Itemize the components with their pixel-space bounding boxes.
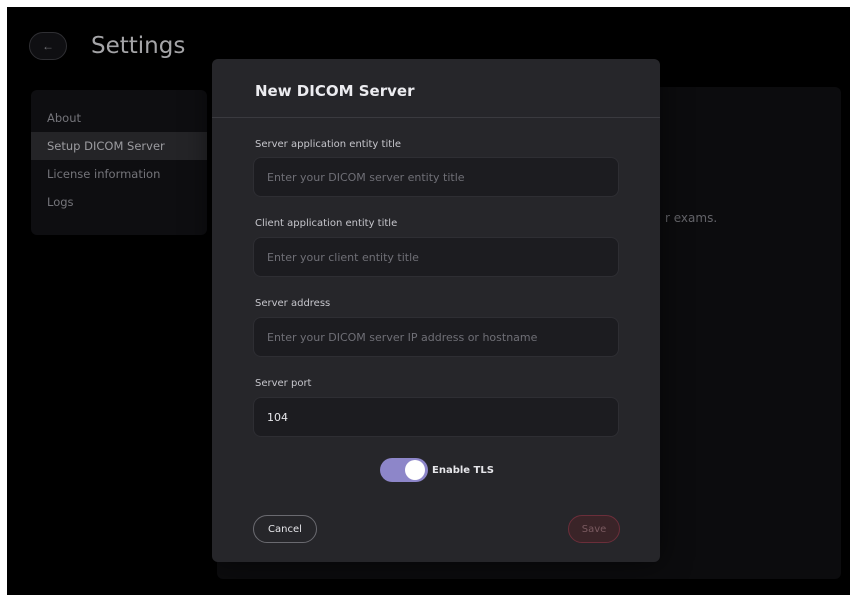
save-button[interactable]: Save: [568, 515, 620, 543]
server-port-input[interactable]: [253, 397, 619, 437]
client-ae-title-label: Client application entity title: [255, 218, 398, 229]
new-dicom-server-dialog: New DICOM Server Server application enti…: [212, 59, 660, 562]
tls-toggle-row: Enable TLS: [380, 458, 494, 482]
client-ae-title-input[interactable]: [253, 237, 619, 277]
server-ae-title-input[interactable]: [253, 157, 619, 197]
dialog-title: New DICOM Server: [255, 82, 415, 100]
cancel-button[interactable]: Cancel: [253, 515, 317, 543]
tls-toggle[interactable]: [380, 458, 428, 482]
server-address-input[interactable]: [253, 317, 619, 357]
tls-toggle-label: Enable TLS: [432, 464, 494, 476]
app-screen: ← Settings About Setup DICOM Server Lice…: [7, 7, 850, 595]
server-port-label: Server port: [255, 378, 312, 389]
dialog-divider: [212, 117, 660, 118]
server-address-label: Server address: [255, 298, 331, 309]
toggle-knob: [405, 460, 425, 480]
server-ae-title-label: Server application entity title: [255, 139, 402, 150]
